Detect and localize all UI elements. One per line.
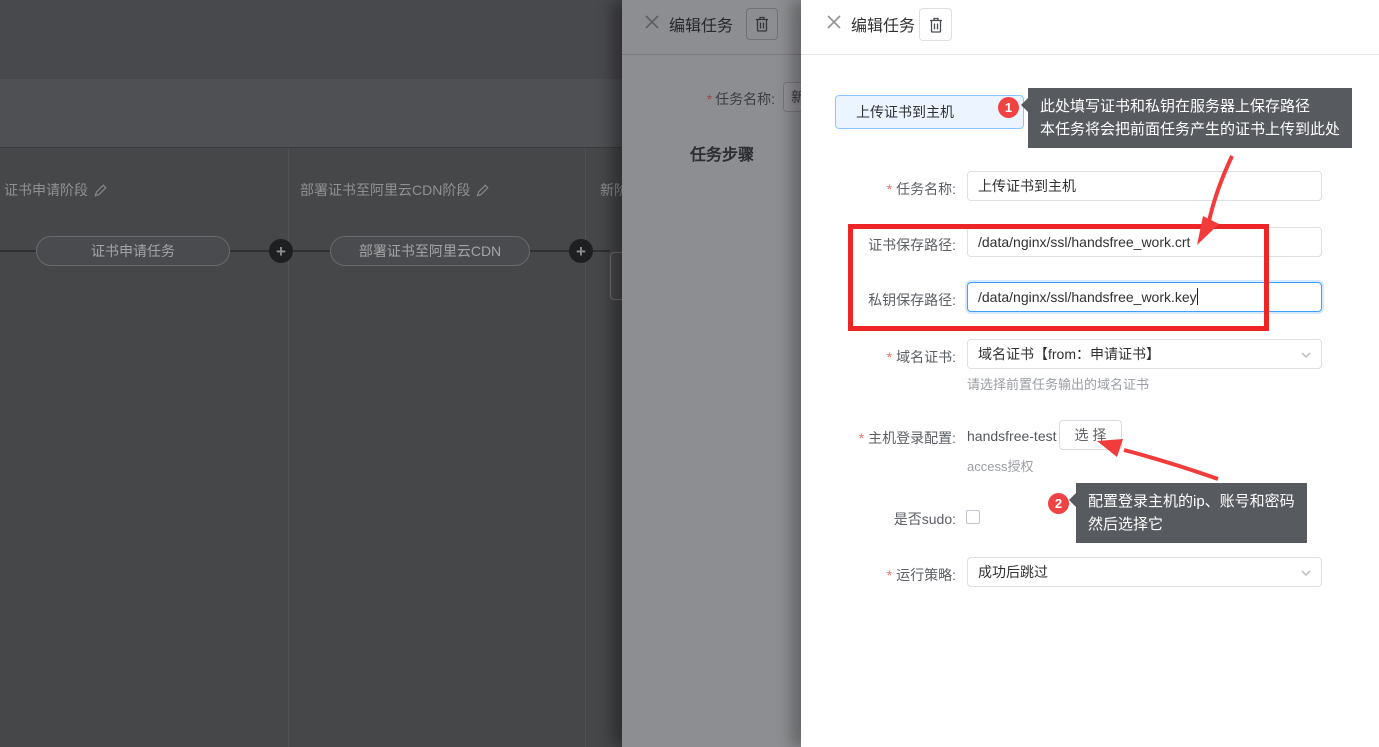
stage-header-1: 证书申请阶段 <box>4 180 107 200</box>
required-asterisk: * <box>859 430 864 446</box>
drawer-title: 编辑任务 <box>851 12 915 36</box>
stage-title: 证书申请阶段 <box>4 180 88 200</box>
close-icon[interactable] <box>827 15 841 29</box>
field-label-run-policy: *运行策略: <box>751 565 956 585</box>
connector-line <box>530 250 569 252</box>
add-task-button[interactable]: + <box>269 239 293 263</box>
edit-task-drawer: 编辑任务 上传证书到主机 *任务名称: 上传证书到主机 证书保存路径: /dat… <box>801 0 1379 747</box>
cert-path-input[interactable]: /data/nginx/ssl/handsfree_work.crt <box>967 227 1322 257</box>
stage-title: 部署证书至阿里云CDN阶段 <box>300 180 470 200</box>
delete-task-button[interactable] <box>746 8 778 40</box>
edit-task-drawer-background: 编辑任务 *任务名称: 新 任务步骤 <box>622 0 801 747</box>
domain-cert-select[interactable]: 域名证书【from：申请证书】 <box>967 339 1322 369</box>
chevron-down-icon <box>1300 567 1312 579</box>
task-node-label: 证书申请任务 <box>91 241 175 261</box>
field-label-domain-cert: *域名证书: <box>751 347 956 367</box>
task-steps-heading: 任务步骤 <box>690 141 754 165</box>
field-label: *任务名称: <box>635 89 775 109</box>
field-label-host-login: *主机登录配置: <box>751 428 956 448</box>
stage-divider <box>288 148 289 747</box>
host-login-help-text: access授权 <box>967 456 1033 475</box>
drawer-title: 编辑任务 <box>669 12 733 36</box>
field-label-sudo: 是否sudo: <box>751 509 956 529</box>
task-name-input[interactable]: 上传证书到主机 <box>967 171 1322 201</box>
choose-host-button[interactable]: 选 择 <box>1059 420 1122 450</box>
add-task-button[interactable]: + <box>569 239 593 263</box>
required-asterisk: * <box>887 349 892 365</box>
trash-icon <box>929 17 943 33</box>
domain-cert-help-text: 请选择前置任务输出的域名证书 <box>967 374 1149 393</box>
task-node-cert-request[interactable]: 证书申请任务 <box>36 236 230 266</box>
plus-icon: + <box>576 243 586 260</box>
edit-stage-icon[interactable] <box>476 184 489 197</box>
task-node-label: 部署证书至阿里云CDN <box>359 241 501 261</box>
connector-line <box>230 250 269 252</box>
connector-line <box>0 250 36 252</box>
task-node-deploy-cdn[interactable]: 部署证书至阿里云CDN <box>330 236 530 266</box>
stage-divider <box>585 148 586 747</box>
required-asterisk: * <box>707 91 712 107</box>
required-asterisk: * <box>887 567 892 583</box>
field-label-cert-path: 证书保存路径: <box>751 235 956 255</box>
delete-task-button[interactable] <box>919 8 952 41</box>
edit-stage-icon[interactable] <box>94 184 107 197</box>
drawer-header: 编辑任务 <box>622 0 801 55</box>
connector-line <box>293 250 330 252</box>
app-root: 证书申请阶段 部署证书至阿里云CDN阶段 新阶段 证书申请任务 部署证书至阿里云… <box>0 0 1379 747</box>
stage-header-2: 部署证书至阿里云CDN阶段 <box>300 180 489 200</box>
drawer-header: 编辑任务 <box>801 0 1379 55</box>
plus-icon: + <box>276 243 286 260</box>
connector-line <box>593 250 610 252</box>
required-asterisk: * <box>887 181 892 197</box>
chevron-down-icon <box>1300 349 1312 361</box>
run-policy-select[interactable]: 成功后跳过 <box>967 557 1322 587</box>
task-step-tab[interactable]: 上传证书到主机 <box>835 95 1024 129</box>
text-caret <box>1197 288 1198 305</box>
close-icon[interactable] <box>645 15 659 29</box>
field-label-task-name: *任务名称: <box>751 179 956 199</box>
host-login-value: handsfree-test <box>967 428 1057 444</box>
sudo-checkbox[interactable] <box>966 510 980 524</box>
key-path-input[interactable]: /data/nginx/ssl/handsfree_work.key <box>967 282 1322 312</box>
trash-icon <box>755 16 769 32</box>
field-label-key-path: 私钥保存路径: <box>751 290 956 310</box>
